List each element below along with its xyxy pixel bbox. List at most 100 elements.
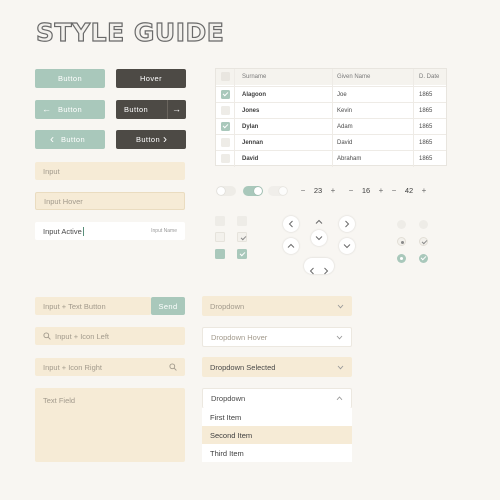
decrement-button[interactable]: − [298, 186, 308, 195]
button-chevron-right[interactable]: Button › [116, 130, 186, 149]
arrow-down-circle-button[interactable] [339, 238, 355, 254]
radio-unchecked[interactable] [397, 220, 406, 229]
option-label: Second Item [210, 430, 253, 440]
button-divider [167, 100, 168, 119]
arrow-up-circle-button[interactable] [283, 238, 299, 254]
decrement-button[interactable]: − [346, 186, 356, 195]
arrow-left-circle-button[interactable] [283, 216, 299, 232]
dropdown-option-highlighted[interactable]: Second Item [202, 426, 352, 444]
column-divider [332, 69, 333, 167]
dropdown-default[interactable]: Dropdown [202, 296, 352, 316]
button-chevron-left[interactable]: ‹ Button [35, 130, 105, 149]
checkbox-checked-hover[interactable] [237, 232, 247, 242]
chevron-right-icon[interactable] [323, 262, 329, 280]
button-arrow-right[interactable]: Button → [116, 100, 186, 119]
table-row[interactable]: Jennan David 1865 [216, 134, 446, 150]
cell-surname: Jones [242, 107, 260, 114]
table-header-row: Surname Given Name D. Date [216, 69, 446, 85]
data-table: Surname Given Name D. Date Alagoon Joe 186… [215, 68, 447, 167]
chevron-right-icon: › [163, 132, 168, 146]
radio-checked-hover[interactable] [419, 237, 428, 246]
column-header-given-name[interactable]: Given Name [337, 74, 370, 80]
cell-given-name: Abraham [337, 155, 362, 162]
arrow-up-button[interactable] [311, 214, 327, 230]
input-active[interactable]: Input Active Input Name [35, 222, 185, 240]
input-name-label: Input Name [151, 228, 177, 234]
toggle-off[interactable] [216, 186, 236, 196]
increment-button[interactable]: + [419, 186, 429, 195]
quantity-stepper[interactable]: − 23 + [298, 186, 338, 195]
input-icon-left[interactable]: Input + Icon Left [35, 327, 185, 345]
checkbox-hover[interactable] [215, 232, 225, 242]
button-arrow-left[interactable]: ← Button [35, 100, 105, 119]
option-label: Third Item [210, 448, 244, 458]
quantity-stepper[interactable]: − 16 + [346, 186, 386, 195]
radio-unchecked[interactable] [419, 220, 428, 229]
decrement-button[interactable]: − [389, 186, 399, 195]
input-with-button[interactable]: Input + Text Button [35, 297, 151, 315]
row-checkbox[interactable] [221, 154, 230, 163]
table-row[interactable]: David Abraham 1865 [216, 150, 446, 166]
input-default[interactable]: Input [35, 162, 185, 180]
increment-button[interactable]: + [376, 186, 386, 195]
arrow-right-circle-button[interactable] [339, 216, 355, 232]
button-hover[interactable]: Hover [116, 69, 186, 88]
arrow-down-circle-button[interactable] [311, 230, 327, 246]
toggle-on[interactable] [243, 186, 263, 196]
button-primary[interactable]: Button [35, 69, 105, 88]
button-label: Button [57, 74, 83, 83]
cell-date: 1865 [419, 123, 433, 130]
row-checkbox[interactable] [221, 122, 230, 131]
chevron-down-icon [336, 335, 343, 340]
input-placeholder: Input + Icon Right [43, 362, 102, 372]
input-hover[interactable]: Input Hover [35, 192, 185, 210]
column-header-surname[interactable]: Surname [242, 74, 266, 80]
chevron-left-icon [288, 220, 293, 228]
radio-checked[interactable] [419, 254, 428, 263]
chevron-up-icon [336, 396, 343, 401]
table-row[interactable]: Jones Kevin 1865 [216, 102, 446, 118]
send-button[interactable]: Send [151, 297, 185, 315]
cell-surname: David [242, 155, 259, 162]
row-checkbox[interactable] [221, 138, 230, 147]
increment-button[interactable]: + [328, 186, 338, 195]
table-row[interactable]: Dylan Adam 1865 [216, 118, 446, 134]
checkbox-checked[interactable] [237, 249, 247, 259]
dropdown-selected[interactable]: Dropdown Selected [202, 357, 352, 377]
row-checkbox[interactable] [221, 90, 230, 99]
input-icon-right[interactable]: Input + Icon Right [35, 358, 185, 376]
checkbox-active[interactable] [215, 249, 225, 259]
stepper-value: 23 [313, 186, 323, 195]
checkbox-unchecked[interactable] [237, 216, 247, 226]
cell-date: 1865 [419, 107, 433, 114]
dropdown-option[interactable]: First Item [202, 408, 352, 426]
column-header-date[interactable]: D. Date [419, 74, 439, 80]
toggle-knob [217, 187, 225, 195]
radio-selected[interactable] [397, 254, 406, 263]
radio-hover[interactable] [397, 237, 406, 246]
dropdown-open[interactable]: Dropdown [202, 388, 352, 408]
input-placeholder: Input + Text Button [43, 301, 106, 311]
chevron-up-icon [315, 219, 323, 224]
select-all-checkbox[interactable] [221, 72, 230, 81]
chevron-left-icon[interactable] [309, 262, 315, 280]
chevron-down-icon [315, 236, 323, 241]
row-checkbox[interactable] [221, 106, 230, 115]
checkbox-unchecked[interactable] [215, 216, 225, 226]
cell-date: 1865 [419, 155, 433, 162]
page-title: STYLE GUIDE [35, 17, 225, 47]
text-field[interactable]: Text Field [35, 388, 185, 462]
dropdown-option[interactable]: Third Item [202, 444, 352, 462]
pager-arrows [304, 258, 334, 275]
cell-date: 1865 [419, 91, 433, 98]
cell-date: 1865 [419, 139, 433, 146]
search-icon[interactable] [169, 363, 177, 371]
toggle-disabled[interactable] [268, 186, 288, 196]
chevron-down-icon [337, 304, 344, 309]
quantity-stepper[interactable]: − 42 + [389, 186, 429, 195]
table-row[interactable]: Alagoon Joe 1865 [216, 86, 446, 102]
dropdown-hover[interactable]: Dropdown Hover [202, 327, 352, 347]
toggle-knob [279, 187, 287, 195]
button-label: Button [135, 135, 161, 144]
input-value: Input Active [43, 226, 82, 236]
